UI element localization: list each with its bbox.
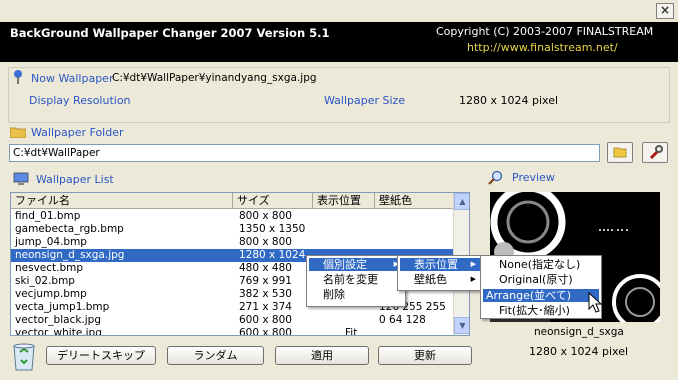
- cell-name: vecta_jump1.bmp: [15, 301, 110, 313]
- menu-item-label: 表示位置: [414, 258, 458, 271]
- wallpaper-list-label: Wallpaper List: [36, 173, 114, 186]
- settings-button[interactable]: [642, 142, 668, 163]
- cell-size: 271 x 374: [239, 301, 292, 313]
- column-header-size[interactable]: サイズ: [233, 193, 313, 208]
- website-link[interactable]: http://www.finalstream.net/: [467, 41, 618, 54]
- wallpaper-folder-input[interactable]: C:¥dt¥WallPaper: [9, 144, 600, 162]
- wallpaper-size-label: Wallpaper Size: [324, 94, 406, 107]
- delete-skip-button[interactable]: デリートスキップ: [46, 346, 156, 365]
- cell-size: 1350 x 1350: [239, 223, 306, 235]
- wrench-icon: [649, 145, 663, 160]
- cell-color: 0 64 128: [379, 314, 426, 326]
- table-row[interactable]: vector_white.jpg 600 x 800 Fit: [11, 327, 454, 336]
- table-row[interactable]: gamebecta_rgb.bmp 1350 x 1350: [11, 223, 454, 236]
- column-header-position[interactable]: 表示位置: [313, 193, 375, 208]
- wallpaper-size-value: 1280 x 1024 pixel: [459, 94, 559, 107]
- recycle-bin-icon[interactable]: [10, 340, 38, 372]
- menu-item-rename[interactable]: 名前を変更: [309, 273, 403, 286]
- header-banner: BackGround Wallpaper Changer 2007 Versio…: [0, 22, 678, 62]
- submenu-settings: 表示位置 ▶ 壁紙色 ▶: [397, 255, 483, 291]
- table-row[interactable]: jump_04.bmp 800 x 800: [11, 236, 454, 249]
- menu-item-wallpaper-color[interactable]: 壁紙色 ▶: [400, 273, 480, 286]
- menu-item-display-position[interactable]: 表示位置 ▶: [400, 258, 480, 271]
- menu-item-individual-settings[interactable]: 個別設定▶: [309, 258, 403, 271]
- refresh-button[interactable]: 更新: [378, 346, 472, 365]
- preview-size: 1280 x 1024 pixel: [529, 345, 629, 358]
- cell-size: 800 x 800: [239, 210, 292, 222]
- column-header-filename[interactable]: ファイル名: [11, 193, 233, 208]
- folder-icon: [10, 127, 26, 138]
- menu-item-delete[interactable]: 削除: [309, 288, 403, 301]
- wallpaper-folder-label: Wallpaper Folder: [31, 126, 124, 139]
- menu-item-original[interactable]: Original(原寸): [483, 273, 599, 286]
- pin-icon: [14, 70, 22, 84]
- close-button[interactable]: ×: [656, 3, 674, 19]
- preview-label: Preview: [512, 171, 555, 184]
- cell-size: 382 x 530: [239, 288, 292, 300]
- menu-item-arrange[interactable]: Arrange(並べて): [483, 289, 599, 302]
- cell-size: 1280 x 1024: [239, 249, 306, 261]
- display-resolution-label: Display Resolution: [29, 94, 131, 107]
- apply-button[interactable]: 適用: [275, 346, 369, 365]
- submenu-arrow-icon: ▶: [470, 260, 476, 268]
- submenu-arrow-icon: ▶: [470, 275, 476, 283]
- context-menu: 個別設定▶ 名前を変更 削除: [306, 255, 406, 307]
- cell-pos: Fit: [345, 327, 358, 336]
- menu-item-none[interactable]: None(指定なし): [483, 258, 599, 271]
- now-wallpaper-label: Now Wallpaper: [31, 72, 114, 85]
- scroll-down-button[interactable]: ▼: [454, 317, 469, 334]
- browse-folder-button[interactable]: [607, 142, 633, 163]
- cell-name: vecjump.bmp: [15, 288, 87, 300]
- random-button[interactable]: ランダム: [167, 346, 264, 365]
- folder-open-icon: [613, 147, 627, 158]
- cell-size: 600 x 800: [239, 327, 292, 336]
- magnifier-icon: [488, 170, 503, 185]
- preview-filename: neonsign_d_sxga: [534, 326, 624, 338]
- menu-item-label: 壁紙色: [414, 273, 447, 286]
- cell-name: vector_black.jpg: [15, 314, 102, 326]
- cell-size: 769 x 991: [239, 275, 292, 287]
- copyright-text: Copyright (C) 2003-2007 FINALSTREAM: [436, 25, 654, 38]
- now-wallpaper-path: C:¥dt¥WallPaper¥yinandyang_sxga.jpg: [112, 72, 317, 84]
- cell-name: nesvect.bmp: [15, 262, 84, 274]
- submenu-display-position: None(指定なし) Original(原寸) Arrange(並べて) Fit…: [480, 255, 602, 319]
- app-title: BackGround Wallpaper Changer 2007 Versio…: [10, 26, 330, 40]
- column-header-color[interactable]: 壁紙色: [375, 193, 454, 208]
- cell-name: find_01.bmp: [15, 210, 81, 222]
- mouse-cursor-icon: [588, 292, 602, 313]
- cell-name: jump_04.bmp: [15, 236, 87, 248]
- cell-name: ski_02.bmp: [15, 275, 75, 287]
- table-row[interactable]: find_01.bmp 800 x 800: [11, 210, 454, 223]
- cell-size: 600 x 800: [239, 314, 292, 326]
- cell-size: 480 x 480: [239, 262, 292, 274]
- menu-item-fit[interactable]: Fit(拡大･縮小): [483, 304, 599, 317]
- menu-item-label: 個別設定: [323, 258, 367, 271]
- list-header: ファイル名 サイズ 表示位置 壁紙色: [11, 193, 454, 209]
- cell-name: vector_white.jpg: [15, 327, 102, 336]
- table-row[interactable]: vector_black.jpg 600 x 800 0 64 128: [11, 314, 454, 327]
- scroll-up-button[interactable]: ▲: [454, 193, 469, 210]
- cell-name: gamebecta_rgb.bmp: [15, 223, 124, 235]
- cell-name: neonsign_d_sxga.jpg: [15, 249, 125, 261]
- title-bar: [0, 0, 678, 22]
- cell-size: 800 x 800: [239, 236, 292, 248]
- monitor-icon: [13, 172, 29, 185]
